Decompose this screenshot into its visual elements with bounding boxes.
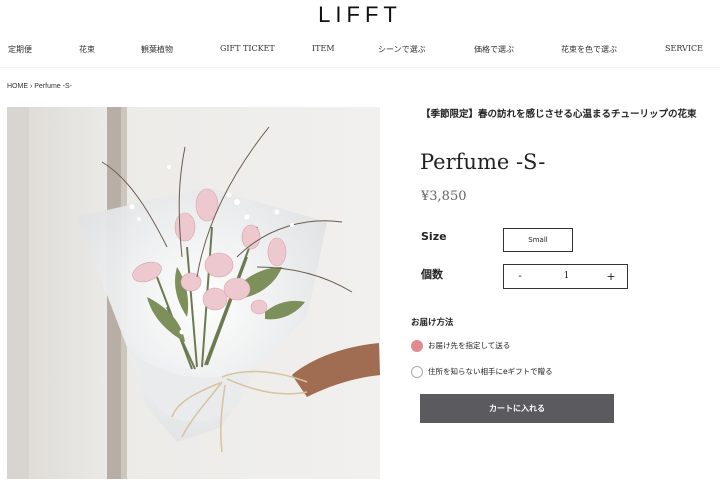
- nav-item-by-color[interactable]: 花束を色で選ぶ: [561, 44, 617, 55]
- quantity-label: 個数: [421, 268, 443, 281]
- size-label: Size: [421, 230, 447, 243]
- delivery-option-label: お届け先を指定して送る: [428, 341, 511, 350]
- quantity-decrease-button[interactable]: -: [512, 265, 528, 288]
- nav-item-houseplants[interactable]: 観葉植物: [141, 44, 173, 55]
- nav-item-gift-ticket[interactable]: GIFT TICKET: [220, 44, 275, 53]
- product-subtitle: 【季節限定】春の訪れを感じさせる心温まるチューリップの花束: [421, 109, 697, 120]
- breadcrumb-home[interactable]: HOME: [7, 83, 28, 90]
- nav-item-subscription[interactable]: 定期便: [8, 44, 32, 55]
- size-select[interactable]: Small: [503, 228, 573, 252]
- site-logo[interactable]: LIFFT: [0, 2, 720, 28]
- breadcrumb-current: Perfume -S-: [34, 83, 72, 90]
- radio-selected-icon[interactable]: [411, 340, 423, 352]
- nav-item-service[interactable]: SERVICE: [665, 44, 703, 53]
- radio-unselected-icon[interactable]: [411, 366, 423, 378]
- product-price: ¥3,850: [421, 189, 467, 204]
- add-to-cart-button[interactable]: カートに入れる: [420, 394, 614, 423]
- product-image[interactable]: [7, 107, 380, 479]
- quantity-stepper: - 1 +: [503, 264, 628, 289]
- breadcrumb: HOME › Perfume -S-: [7, 83, 72, 90]
- main-nav: 定期便 花束 観葉植物 GIFT TICKET ITEM シーンで選ぶ 価格で選…: [0, 44, 720, 58]
- nav-item-by-scene[interactable]: シーンで選ぶ: [378, 44, 426, 55]
- product-title: Perfume -S-: [420, 150, 546, 174]
- nav-item-item[interactable]: ITEM: [312, 44, 335, 53]
- quantity-input[interactable]: 1: [554, 265, 579, 288]
- nav-item-by-price[interactable]: 価格で選ぶ: [474, 44, 514, 55]
- quantity-increase-button[interactable]: +: [603, 265, 619, 288]
- nav-item-bouquet[interactable]: 花束: [79, 44, 95, 55]
- breadcrumb-separator: ›: [29, 83, 33, 90]
- delivery-option-label: 住所を知らない相手にeギフトで贈る: [428, 367, 553, 376]
- delivery-heading: お届け方法: [411, 318, 454, 328]
- nav-divider: [0, 67, 720, 68]
